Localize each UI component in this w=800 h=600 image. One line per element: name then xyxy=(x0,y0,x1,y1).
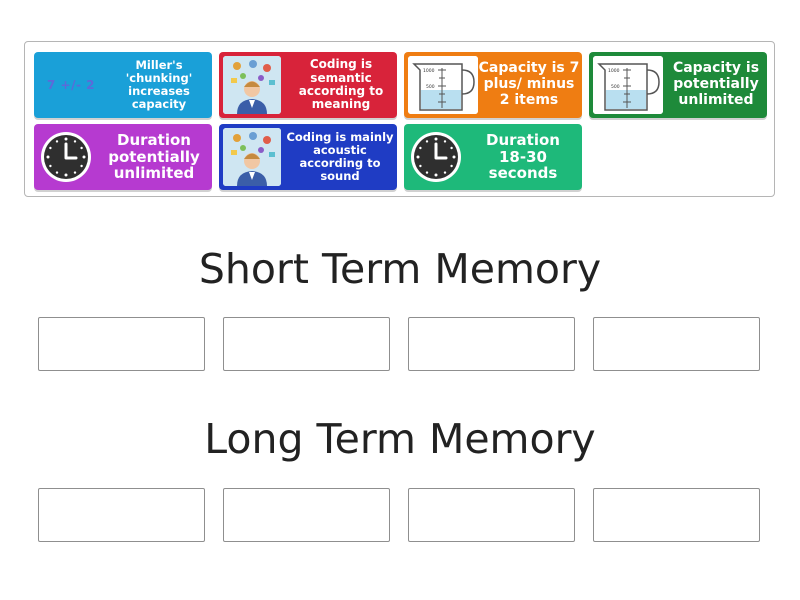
thinking-person-icon xyxy=(223,56,281,114)
group-title-short-term: Short Term Memory xyxy=(198,245,602,293)
card-coding-acoustic[interactable]: Coding is mainly acoustic according to s… xyxy=(219,124,397,190)
beaker-top-tick: 1000 xyxy=(423,68,435,74)
beaker-mid-tick: 500 xyxy=(611,84,620,90)
millers-formula: 7 +/- 2 xyxy=(47,78,95,92)
beaker-top-tick: 1000 xyxy=(608,68,620,74)
card-coding-semantic[interactable]: Coding is semantic according to meaning xyxy=(219,52,397,118)
clock-icon xyxy=(411,132,461,182)
card-label: Duration potentially unlimited xyxy=(108,130,200,183)
drop-slot-long-term-1[interactable] xyxy=(38,488,205,542)
beaker-mid-tick: 500 xyxy=(426,84,435,90)
card-label: Coding is mainly acoustic according to s… xyxy=(286,130,394,183)
drop-slot-short-term-4[interactable] xyxy=(593,317,760,371)
card-capacity-7[interactable]: 1000 500 Capacity is 7 plus/ minus 2 ite… xyxy=(404,52,582,118)
group-title-long-term: Long Term Memory xyxy=(204,415,596,463)
thinking-person-icon xyxy=(223,128,281,186)
drop-slot-short-term-1[interactable] xyxy=(38,317,205,371)
clock-icon xyxy=(41,132,91,182)
drop-slot-long-term-3[interactable] xyxy=(408,488,575,542)
drop-slot-short-term-3[interactable] xyxy=(408,317,575,371)
card-tray: 7 +/- 2 Miller's 'chunking' increases ca… xyxy=(24,41,775,197)
card-label: Capacity is potentially unlimited xyxy=(672,60,760,108)
beaker-icon: 1000 500 xyxy=(408,56,478,114)
card-millers-chunking[interactable]: 7 +/- 2 Miller's 'chunking' increases ca… xyxy=(34,52,212,118)
card-capacity-unlimited[interactable]: 1000 500 Capacity is potentially unlimit… xyxy=(589,52,767,118)
drop-slot-long-term-2[interactable] xyxy=(223,488,390,542)
card-duration-18-30[interactable]: Duration 18-30 seconds xyxy=(404,124,582,190)
card-label: Capacity is 7 plus/ minus 2 items xyxy=(478,60,580,108)
drop-slot-long-term-4[interactable] xyxy=(593,488,760,542)
drop-slot-short-term-2[interactable] xyxy=(223,317,390,371)
card-label: Duration 18-30 seconds xyxy=(486,130,560,183)
card-duration-unlimited[interactable]: Duration potentially unlimited xyxy=(34,124,212,190)
card-label: Miller's 'chunking' increases capacity xyxy=(125,58,193,111)
beaker-icon: 1000 500 xyxy=(593,56,663,114)
card-label: Coding is semantic according to meaning xyxy=(298,57,384,112)
